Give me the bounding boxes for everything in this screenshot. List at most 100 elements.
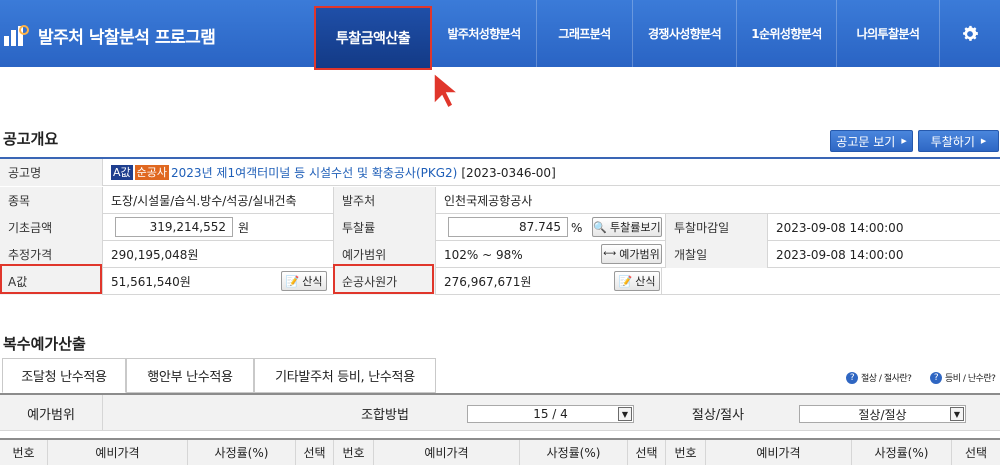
col-rate: 사정률(%) — [188, 440, 296, 465]
col-number: 번호 — [0, 440, 48, 465]
base-amount-input[interactable]: 319,214,552 — [115, 217, 233, 237]
overview-section-title: 공고개요 — [3, 130, 59, 148]
rounding-select[interactable]: 절상/절상 ▼ — [799, 405, 966, 423]
view-bid-rate-label: 투찰률보기 — [610, 221, 661, 234]
top-navigation-bar: 발주처 낙찰분석 프로그램 발주처성향분석 그래프분석 경쟁사성향분석 1순위성… — [0, 0, 1000, 67]
nav-my-bid-analysis[interactable]: 나의투찰분석 — [837, 0, 940, 67]
base-amount-unit: 원 — [238, 221, 250, 235]
table-row: 종목 도장/시설물/습식.방수/석공/실내건축 발주처 인천국제공항공사 — [0, 187, 1000, 214]
bid-rate-input[interactable]: 87.745 — [448, 217, 568, 237]
base-amount-cell: 319,214,552 원 — [102, 214, 333, 241]
range-arrows-icon: ⟷ — [603, 249, 617, 259]
table-row: A값 51,561,540원 📝 산식 순공사원가 276,967,671원 📝 산… — [0, 268, 1000, 295]
edit-icon: 📝 — [285, 274, 300, 288]
chevron-down-icon: ▼ — [618, 407, 632, 421]
col-select: 선택 — [628, 440, 666, 465]
chart-search-icon — [4, 22, 32, 48]
price-range-value: 102% ~ 98% — [444, 247, 523, 262]
rounding-label: 절상/절사 — [691, 407, 745, 423]
estimated-price-value: 290,195,048원 — [102, 241, 333, 268]
submit-bid-button[interactable]: 투찰하기 ▶ — [918, 130, 999, 152]
combo-method-value: 15 / 4 — [533, 407, 568, 421]
col-number: 번호 — [334, 440, 374, 465]
notice-name-label: 공고명 — [0, 159, 102, 186]
round-help-label: 절상 / 절사란? — [861, 374, 912, 384]
bid-deadline-label: 투찰마감일 — [665, 214, 767, 241]
client-value: 인천국제공항공사 — [435, 187, 1000, 214]
round-help-link[interactable]: ? 절상 / 절사란? — [846, 371, 912, 384]
col-prelim-price: 예비가격 — [706, 440, 852, 465]
gear-icon — [963, 25, 978, 41]
client-label: 발주처 — [333, 187, 435, 214]
nav-client-tendency[interactable]: 발주처성향분석 — [432, 0, 537, 67]
filter-bar: 예가범위 조합방법 15 / 4 ▼ 절상/절사 절상/절상 ▼ — [0, 393, 1000, 431]
bid-rate-unit: % — [571, 220, 583, 235]
nav-graph-analysis[interactable]: 그래프분석 — [537, 0, 633, 67]
bid-deadline-value: 2023-09-08 14:00:00 — [767, 214, 1000, 241]
table-row: 추정가격 290,195,048원 예가범위 102% ~ 98% ⟷ 예가범위 … — [0, 241, 1000, 268]
notice-number: [2023-0346-00] — [461, 165, 556, 180]
a-value-formula-label: 산식 — [302, 275, 323, 288]
col-select: 선택 — [296, 440, 334, 465]
divider — [102, 395, 103, 431]
arrow-right-icon: ▶ — [901, 137, 907, 145]
category-value: 도장/시설물/습식.방수/석공/실내건축 — [102, 187, 333, 214]
app-title: 발주처 낙찰분석 프로그램 — [38, 27, 216, 48]
col-number: 번호 — [666, 440, 706, 465]
category-label: 종목 — [0, 187, 102, 214]
bid-rate-cell: 87.745 % 🔍 투찰률보기 — [435, 214, 665, 241]
net-cost-cell: 276,967,671원 📝 산식 — [435, 268, 661, 295]
ratio-help-link[interactable]: ? 등비 / 난수란? — [930, 371, 996, 384]
a-value-formula-button[interactable]: 📝 산식 — [281, 271, 327, 291]
submit-bid-label: 투찰하기 — [930, 134, 975, 149]
rounding-value: 절상/절상 — [858, 407, 907, 422]
table-row: 공고명 A값 순공사 2023년 제1여객터미널 등 시설수선 및 확충공사(P… — [0, 159, 1000, 186]
nav-competitor-tendency[interactable]: 경쟁사성향분석 — [633, 0, 737, 67]
app-logo[interactable]: 발주처 낙찰분석 프로그램 — [4, 20, 216, 50]
price-range-cell: 102% ~ 98% ⟷ 예가범위 — [435, 241, 665, 268]
notice-name-value: A값 순공사 2023년 제1여객터미널 등 시설수선 및 확충공사(PKG2)… — [102, 159, 1000, 186]
combo-method-select[interactable]: 15 / 4 ▼ — [467, 405, 634, 423]
nav-first-rank-tendency[interactable]: 1순위성향분석 — [737, 0, 837, 67]
tab-mois-random[interactable]: 행안부 난수적용 — [126, 358, 254, 393]
multi-price-section-title: 복수예가산출 — [3, 335, 86, 353]
combo-method-label: 조합방법 — [361, 407, 409, 423]
ratio-help-label: 등비 / 난수란? — [945, 374, 996, 384]
settings-button[interactable] — [940, 0, 1000, 67]
price-range-filter-label: 예가범위 — [27, 407, 75, 423]
notice-info-table: 공고명 A값 순공사 2023년 제1여객터미널 등 시설수선 및 확충공사(P… — [0, 157, 1000, 295]
view-bid-rate-button[interactable]: 🔍 투찰률보기 — [592, 217, 662, 237]
net-cost-value: 276,967,671원 — [444, 275, 532, 289]
col-prelim-price: 예비가격 — [48, 440, 188, 465]
arrow-right-icon: ▶ — [980, 137, 987, 145]
nav-bid-amount-calc[interactable]: 투찰금액산출 — [314, 6, 432, 70]
tab-other-client-random[interactable]: 기타발주처 등비, 난수적용 — [254, 358, 436, 393]
pointer-cursor-icon — [433, 71, 461, 110]
col-rate: 사정률(%) — [520, 440, 628, 465]
view-notice-button[interactable]: 공고문 보기 ▶ — [830, 130, 913, 152]
question-icon: ? — [930, 371, 942, 384]
search-icon: 🔍 — [593, 220, 608, 234]
a-value-cell: 51,561,540원 📝 산식 — [102, 268, 333, 295]
price-range-button-label: 예가범위 — [619, 248, 660, 261]
a-value-highlight — [0, 264, 102, 294]
a-value-value: 51,561,540원 — [111, 275, 191, 289]
price-range-button[interactable]: ⟷ 예가범위 — [601, 244, 662, 264]
notice-title-link[interactable]: 2023년 제1여객터미널 등 시설수선 및 확충공사(PKG2) — [171, 164, 457, 181]
net-cost-formula-button[interactable]: 📝 산식 — [614, 271, 660, 291]
col-rate: 사정률(%) — [852, 440, 952, 465]
bid-rate-label: 투찰률 — [333, 214, 435, 241]
table-row: 기초금액 319,214,552 원 투찰률 87.745 % 🔍 투찰률보기 투… — [0, 214, 1000, 241]
col-prelim-price: 예비가격 — [374, 440, 520, 465]
net-cost-tag: 순공사 — [134, 165, 170, 180]
net-cost-formula-label: 산식 — [635, 275, 656, 288]
a-value-tag: A값 — [111, 165, 133, 180]
edit-icon: 📝 — [618, 274, 633, 288]
row-divider — [661, 268, 662, 295]
view-notice-label: 공고문 보기 — [836, 134, 896, 149]
tab-pps-random[interactable]: 조달청 난수적용 — [2, 358, 126, 393]
question-icon: ? — [846, 371, 858, 384]
opening-date-label: 개찰일 — [665, 241, 767, 268]
chevron-down-icon: ▼ — [950, 407, 964, 421]
col-select: 선택 — [964, 446, 988, 460]
